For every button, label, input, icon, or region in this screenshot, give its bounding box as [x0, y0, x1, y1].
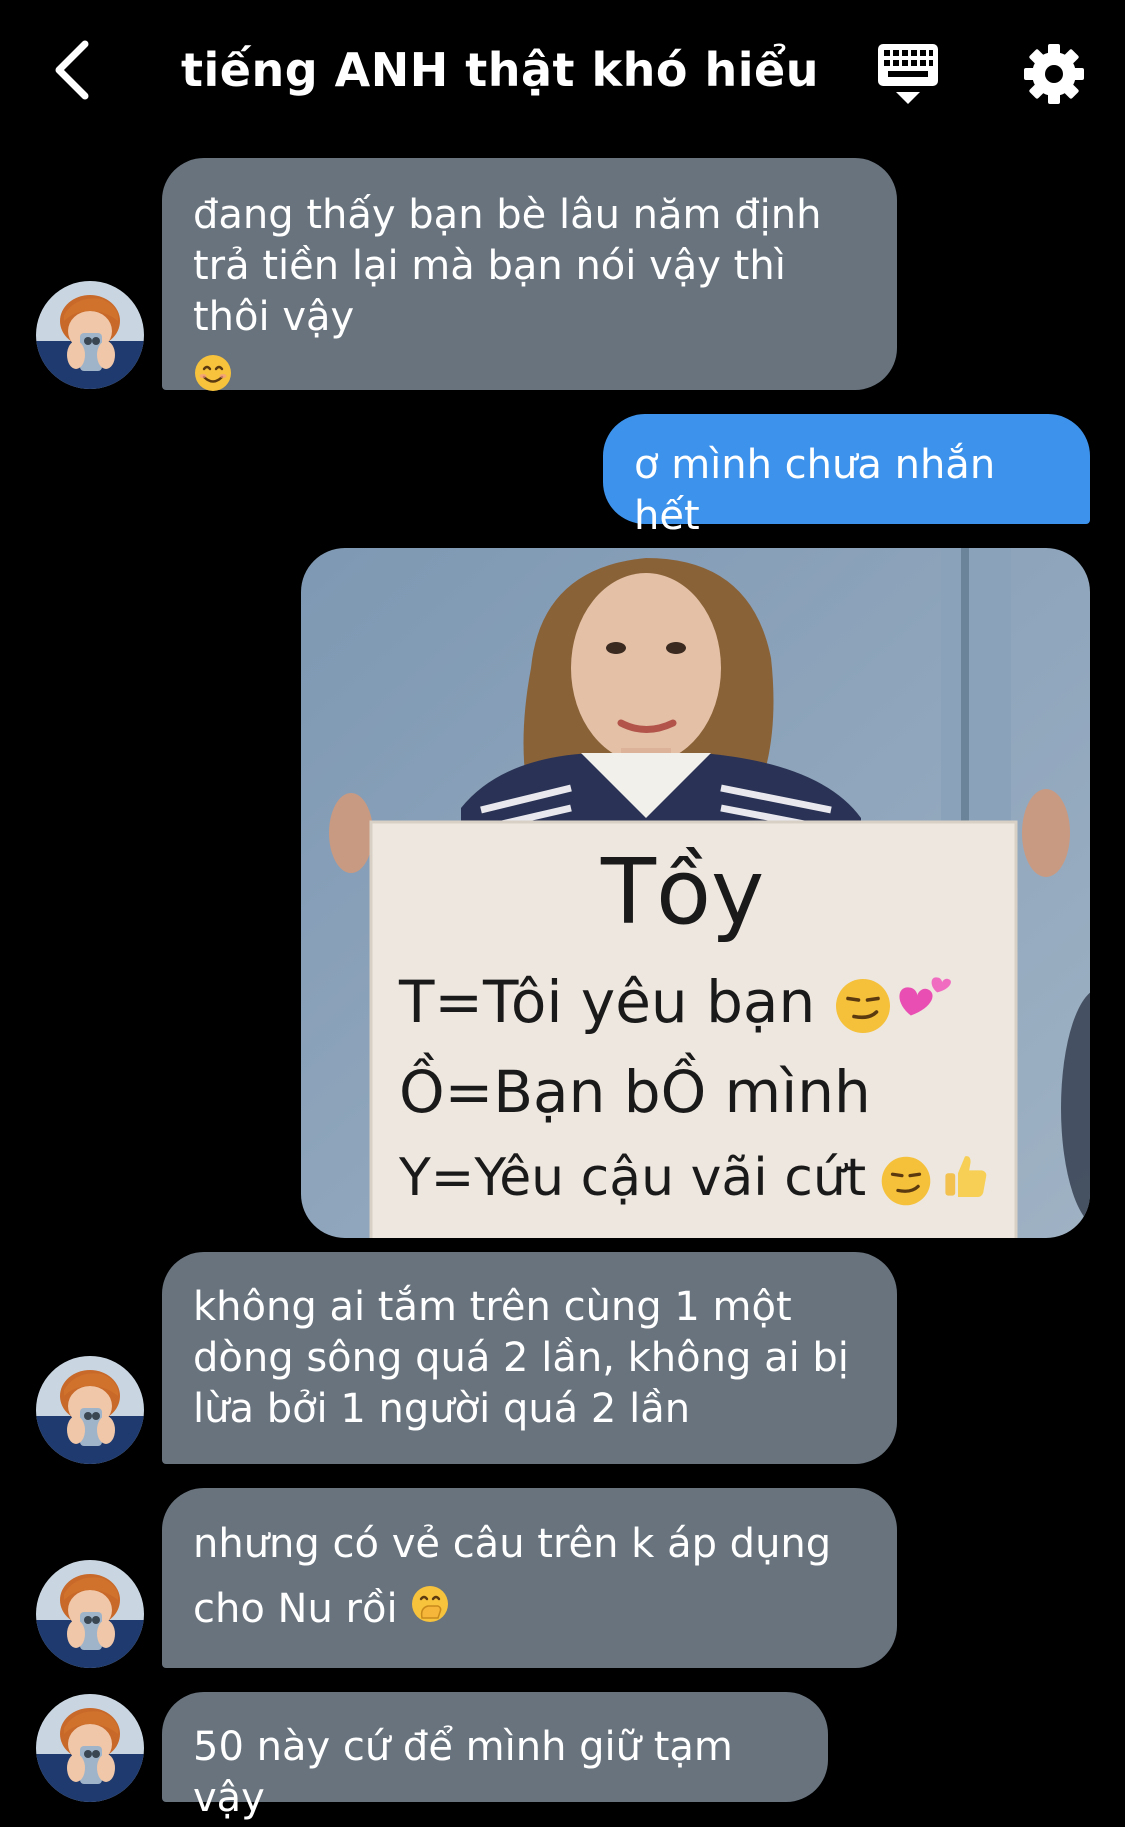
message-text: đang thấy bạn bè lâu năm định trả tiền l… — [193, 192, 822, 340]
chevron-left-icon — [55, 40, 89, 100]
message-bubble-incoming[interactable]: 50 này cứ để mình giữ tạm vậy — [162, 1692, 828, 1821]
avatar[interactable] — [36, 281, 144, 389]
sign-line: Ồ=Bạn bỒ mình — [399, 1058, 871, 1126]
image-message[interactable]: Tồy T=Tôi yêu bạn Ồ=Bạn bỒ mình Y=Yêu cậ… — [301, 548, 1090, 1238]
message-bubble-incoming[interactable]: nhưng có vẻ câu trên k áp dụng cho Nu rồ… — [162, 1488, 897, 1668]
settings-button[interactable] — [1018, 38, 1090, 110]
thumbs-up-emoji — [937, 1148, 993, 1208]
keyboard-icon — [878, 44, 938, 104]
keyboard-button[interactable] — [872, 38, 944, 110]
avatar[interactable] — [36, 1356, 144, 1464]
smirking-face-emoji — [879, 1154, 933, 1212]
sign-line: T=Tôi yêu bạn — [399, 968, 816, 1036]
chat-title: tiếng ANH thật khó hiểu — [181, 43, 819, 97]
back-button[interactable] — [36, 30, 106, 110]
message-text: 50 này cứ để mình giữ tạm vậy — [193, 1724, 733, 1821]
gear-icon — [1024, 44, 1084, 104]
sign-title: Tồy — [601, 840, 765, 945]
message-bubble-outgoing[interactable]: ơ mình chưa nhắn hết — [603, 414, 1090, 539]
chat-header: tiếng ANH thật khó hiểu — [0, 0, 1125, 140]
smirking-face-emoji — [833, 976, 893, 1040]
smiling-face-emoji — [193, 353, 233, 406]
two-hearts-emoji — [891, 966, 957, 1036]
message-text: nhưng có vẻ câu trên k áp dụng cho Nu rồ… — [193, 1521, 832, 1632]
sign-line: Y=Yêu cậu vãi cứt — [399, 1148, 867, 1208]
face-with-hand-over-mouth-emoji — [410, 1579, 450, 1644]
avatar[interactable] — [36, 1694, 144, 1802]
avatar[interactable] — [36, 1560, 144, 1668]
message-bubble-incoming[interactable]: không ai tắm trên cùng 1 một dòng sông q… — [162, 1252, 897, 1464]
message-text: không ai tắm trên cùng 1 một dòng sông q… — [193, 1284, 849, 1432]
message-bubble-incoming[interactable]: đang thấy bạn bè lâu năm định trả tiền l… — [162, 158, 897, 391]
message-text: ơ mình chưa nhắn hết — [634, 442, 996, 539]
